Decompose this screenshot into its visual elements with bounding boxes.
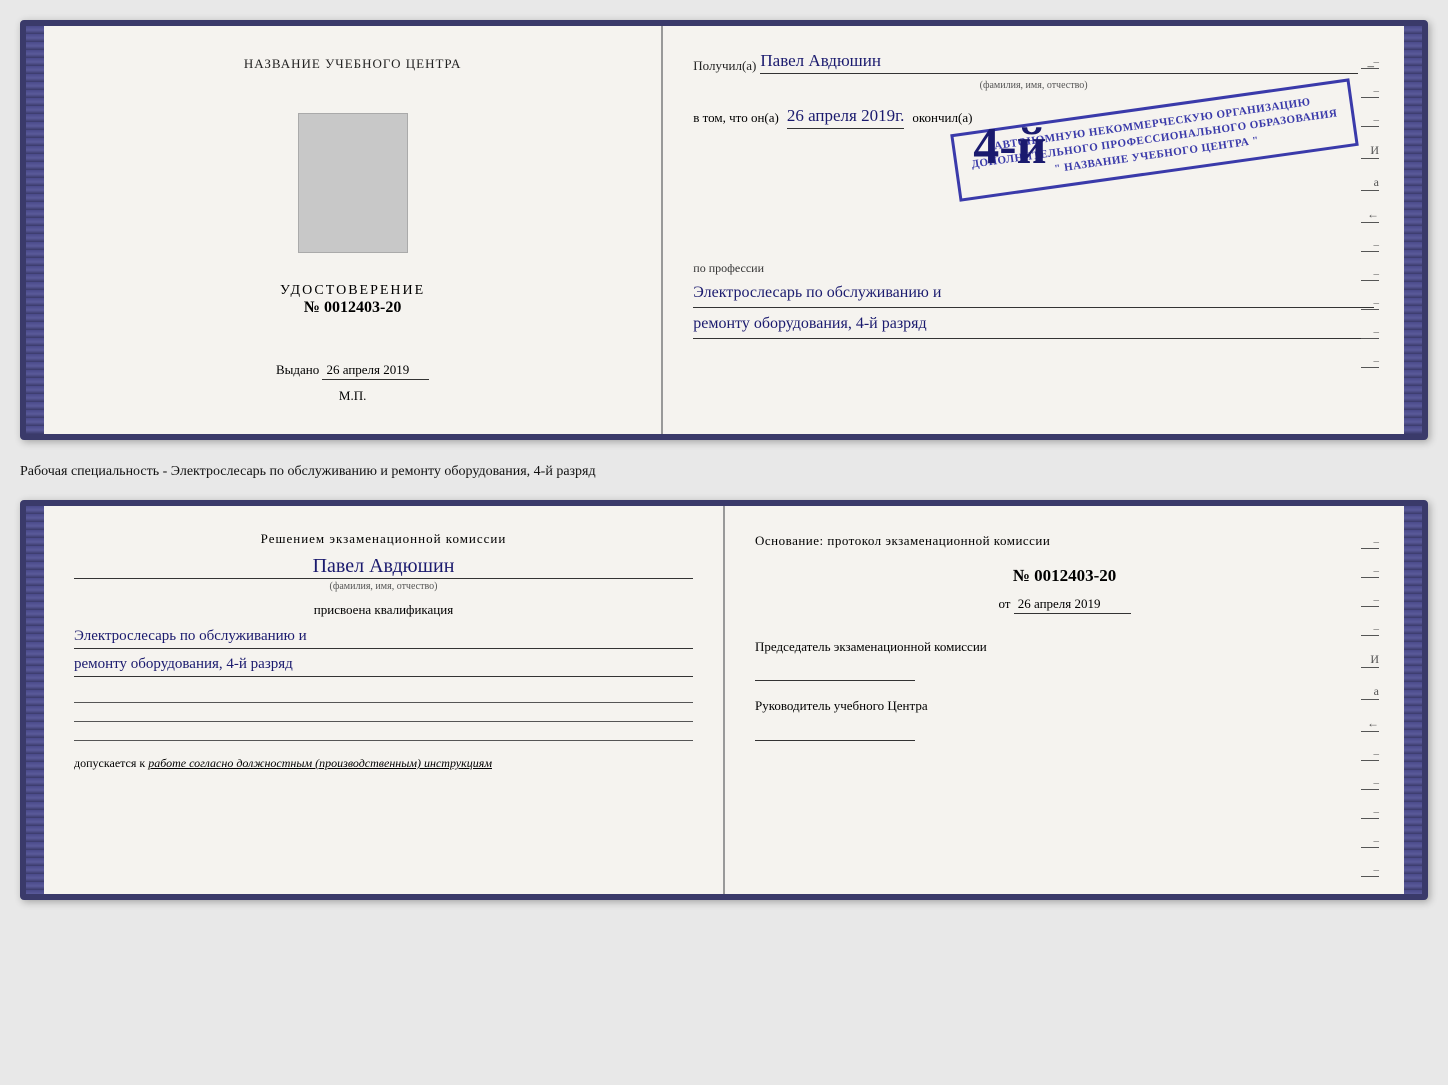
certificate-title: УДОСТОВЕРЕНИЕ № 0012403-20	[280, 283, 425, 317]
vydano-line: Выдано 26 апреля 2019	[276, 362, 429, 378]
rukovoditel-signature-line	[755, 721, 915, 741]
predsedatel-signature-line	[755, 661, 915, 681]
rukovoditel-block: Руководитель учебного Центра	[755, 696, 1374, 741]
top-booklet-spine-left	[26, 26, 44, 434]
bottom-booklet-right-page: Основание: протокол экзаменационной коми…	[725, 506, 1404, 894]
protokol-number: № 0012403-20	[1013, 566, 1117, 585]
page-wrapper: НАЗВАНИЕ УЧЕБНОГО ЦЕНТРА УДОСТОВЕРЕНИЕ №…	[20, 20, 1428, 900]
certificate-number: № 0012403-20	[304, 299, 401, 316]
bottom-signature-lines	[74, 689, 693, 741]
right-dashes-top: – – – И а ← – – – – –	[1361, 56, 1379, 368]
predsedatel-label: Председатель экзаменационной комиссии	[755, 637, 1374, 657]
bottom-booklet-left-page: Решением экзаменационной комиссии Павел …	[44, 506, 725, 894]
profession-section: по профессии Электрослесарь по обслужива…	[693, 259, 1374, 339]
received-name: Павел Авдюшин	[760, 51, 1357, 74]
top-booklet-right-page: Получил(а) Павел Авдюшин – (фамилия, имя…	[663, 26, 1404, 434]
right-dashes-bottom: – – – – И а ← – – – – –	[1361, 536, 1379, 877]
bottom-name-hint: (фамилия, имя, отчество)	[74, 581, 693, 592]
decision-title: Решением экзаменационной комиссии	[74, 531, 693, 547]
predsedatel-block: Председатель экзаменационной комиссии	[755, 637, 1374, 682]
kvalif-line2: ремонту оборудования, 4-й разряд	[74, 652, 693, 677]
training-center-label: НАЗВАНИЕ УЧЕБНОГО ЦЕНТРА	[244, 56, 461, 72]
top-booklet-spine-right	[1404, 26, 1422, 434]
osnование-section: Основание: протокол экзаменационной коми…	[755, 531, 1374, 612]
photo-placeholder	[298, 113, 408, 253]
bottom-name: Павел Авдюшин	[74, 555, 693, 579]
protocol-number-block: № 0012403-20	[755, 566, 1374, 586]
bottom-booklet: Решением экзаменационной комиссии Павел …	[20, 500, 1428, 900]
mp-label: М.П.	[276, 388, 429, 404]
bottom-booklet-spine-left	[26, 506, 44, 894]
rukovoditel-label: Руководитель учебного Центра	[755, 696, 1374, 716]
kvalif-line1: Электрослесарь по обслуживанию и	[74, 624, 693, 649]
prisvoena-label: присвоена квалификация	[74, 602, 693, 618]
top-booklet: НАЗВАНИЕ УЧЕБНОГО ЦЕНТРА УДОСТОВЕРЕНИЕ №…	[20, 20, 1428, 440]
bottom-booklet-spine-right	[1404, 506, 1422, 894]
ot-date-line: от 26 апреля 2019	[755, 596, 1374, 612]
dopuskaetsya-value: работе согласно должностным (производств…	[148, 756, 492, 770]
grade-badge: 4-й	[973, 121, 1046, 173]
dopuskaetsya-section: допускается к работе согласно должностны…	[74, 756, 693, 771]
top-booklet-left-page: НАЗВАНИЕ УЧЕБНОГО ЦЕНТРА УДОСТОВЕРЕНИЕ №…	[44, 26, 663, 434]
received-line: Получил(а) Павел Авдюшин –	[693, 51, 1374, 74]
separator-text: Рабочая специальность - Электрослесарь п…	[20, 456, 1428, 484]
